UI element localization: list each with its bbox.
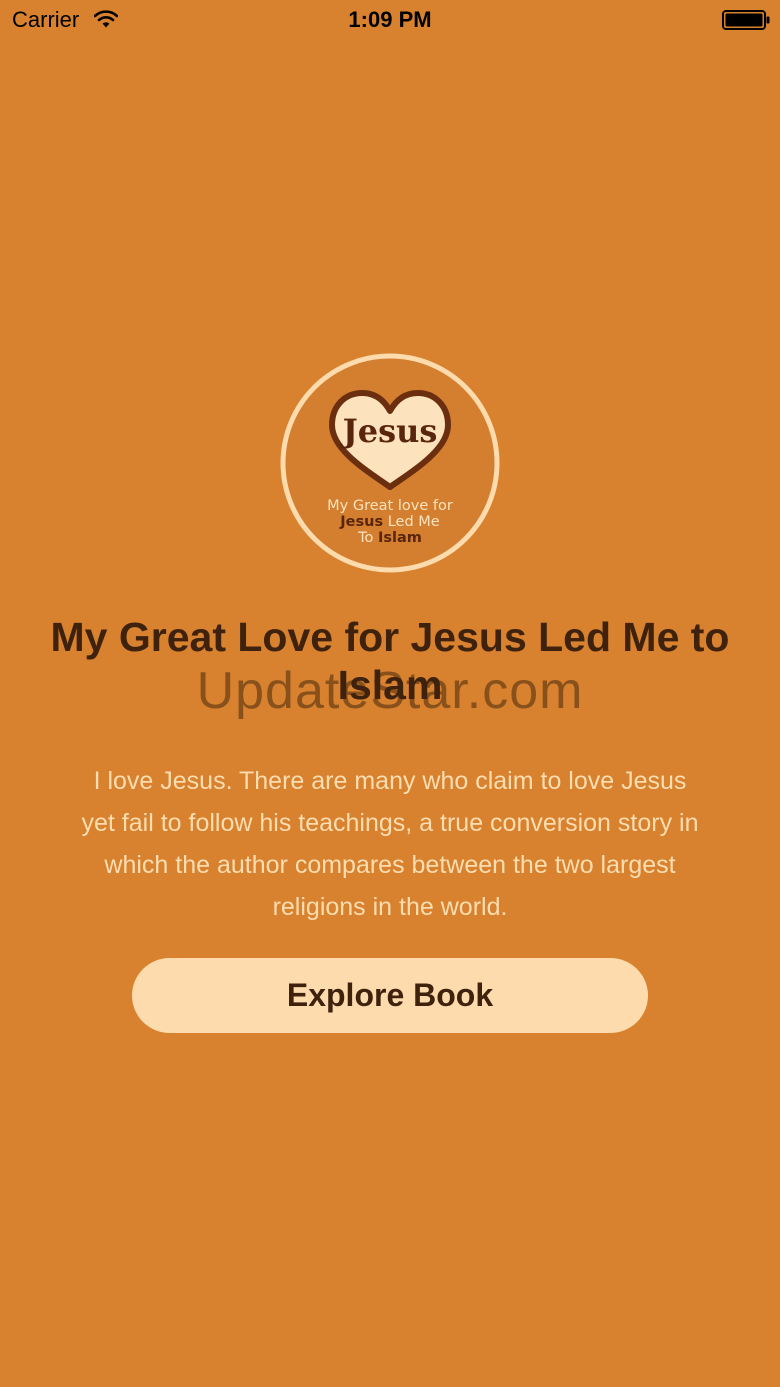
book-logo: Jesus My Great love for Jesus Led Me To … [280, 353, 500, 573]
heart-word: Jesus [340, 412, 438, 450]
logo-caption-islam: Islam [377, 530, 422, 546]
book-description: I love Jesus. There are many who claim t… [81, 767, 699, 921]
book-title: My Great Love for Jesus Led Me to Islam [50, 614, 730, 708]
status-bar: Carrier 1:09 PM [0, 0, 780, 40]
explore-book-button[interactable]: Explore Book [132, 958, 648, 1033]
logo-caption-to: To [358, 530, 378, 546]
logo-caption-line-2: Jesus Led Me [280, 514, 500, 530]
logo-caption-jesus: Jesus [340, 514, 384, 530]
logo-caption-line-1: My Great love for [327, 498, 453, 514]
logo-caption-line-3: To Islam [280, 530, 500, 546]
battery-icon [722, 10, 770, 30]
status-time: 1:09 PM [348, 7, 432, 32]
logo-caption-led-me: Led Me [383, 514, 440, 530]
title-block: UpdateStar.com My Great Love for Jesus L… [40, 613, 740, 723]
